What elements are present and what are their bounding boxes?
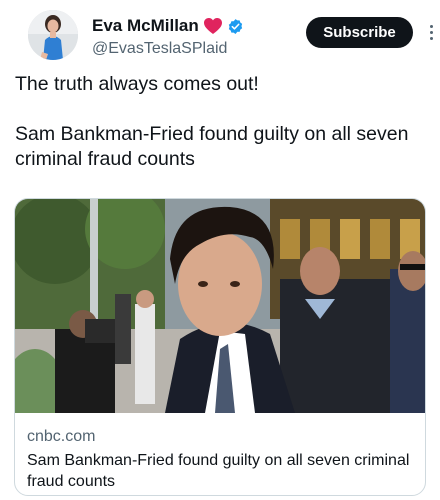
author-display-name[interactable]: Eva McMillan [92, 16, 199, 36]
card-image[interactable] [15, 199, 425, 429]
tweet-line-1: The truth always comes out! [15, 73, 259, 95]
subscribe-button[interactable]: Subscribe [306, 17, 413, 48]
card-domain[interactable]: cnbc.com [27, 428, 417, 446]
author-names: Eva McMillan @EvasTeslaSPlaid [92, 15, 244, 58]
tweet-line-2: Sam Bankman-Fried found guilty on all se… [15, 123, 409, 170]
avatar[interactable] [28, 10, 78, 60]
author-handle[interactable]: @EvasTeslaSPlaid [92, 40, 244, 58]
red-heart-icon [203, 17, 223, 35]
tweet-text: The truth always comes out! Sam Bankman-… [15, 72, 425, 172]
card-title[interactable]: Sam Bankman-Fried found guilty on all se… [27, 450, 417, 492]
tweet-header: Eva McMillan @EvasTeslaSPlaid Subscribe [14, 0, 433, 62]
tweet[interactable]: Eva McMillan @EvasTeslaSPlaid Subscribe … [0, 0, 440, 500]
card-meta: cnbc.com Sam Bankman-Fried found guilty … [27, 428, 417, 492]
vertical-ellipsis-icon[interactable] [426, 20, 436, 44]
link-card[interactable]: cnbc.com Sam Bankman-Fried found guilty … [14, 198, 426, 496]
verified-badge-icon[interactable] [227, 18, 244, 35]
